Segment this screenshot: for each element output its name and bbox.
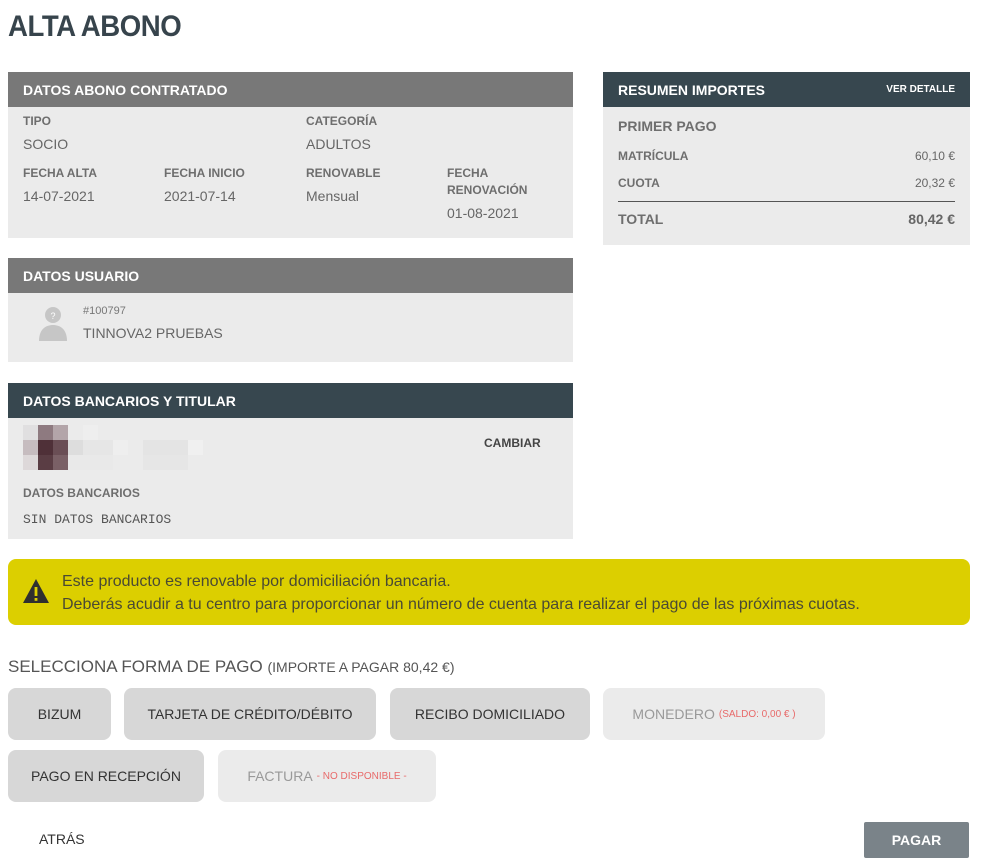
- monedero-button[interactable]: MONEDERO (SALDO: 0,00 € ): [603, 688, 825, 740]
- fecha-renovacion-label-2: RENOVACIÓN: [447, 183, 528, 197]
- usuario-panel: DATOS USUARIO ? #100797 TINNOVA2 PRUEBAS: [8, 258, 573, 362]
- tarjeta-label: TARJETA DE CRÉDITO/DÉBITO: [147, 706, 353, 722]
- resumen-panel-header: RESUMEN IMPORTES VER DETALLE: [603, 72, 970, 107]
- bank-panel-title: DATOS BANCARIOS Y TITULAR: [23, 392, 236, 409]
- pay-button[interactable]: PAGAR: [864, 822, 969, 858]
- tipo-label: TIPO: [23, 114, 52, 128]
- matricula-label: MATRÍCULA: [618, 149, 689, 163]
- pago-recepcion-button[interactable]: PAGO EN RECEPCIÓN: [8, 750, 204, 802]
- total-divider: [618, 201, 955, 202]
- matricula-row: MATRÍCULA 60,10 €: [618, 149, 955, 163]
- tipo-field: TIPO SOCIO: [23, 113, 68, 152]
- ver-detalle-link[interactable]: VER DETALLE: [886, 84, 955, 95]
- warning-line-1: Este producto es renovable por domicilia…: [62, 573, 451, 590]
- fecha-alta-label: FECHA ALTA: [23, 166, 97, 180]
- renovable-value: Mensual: [306, 188, 359, 204]
- fecha-alta-field: FECHA ALTA 14-07-2021: [23, 165, 97, 204]
- renewal-warning: Este producto es renovable por domicilia…: [8, 559, 970, 625]
- user-id: #100797: [83, 305, 126, 317]
- user-name: TINNOVA2 PRUEBAS: [83, 325, 223, 341]
- categoria-value: ADULTOS: [306, 136, 371, 152]
- total-label: TOTAL: [618, 211, 664, 227]
- pixelated-signature: [23, 425, 205, 471]
- factura-button[interactable]: FACTURA - NO DISPONIBLE -: [218, 750, 436, 802]
- page-title: ALTA ABONO: [8, 10, 182, 43]
- bizum-label: BIZUM: [37, 706, 82, 722]
- abono-panel-title: DATOS ABONO CONTRATADO: [23, 81, 228, 98]
- bank-data-value: SIN DATOS BANCARIOS: [23, 512, 172, 527]
- bank-data-label: DATOS BANCARIOS: [23, 486, 140, 500]
- renovable-field: RENOVABLE Mensual: [306, 165, 380, 204]
- fecha-inicio-label: FECHA INICIO: [164, 166, 245, 180]
- abono-panel-header: DATOS ABONO CONTRATADO: [8, 72, 573, 107]
- payment-title: SELECCIONA FORMA DE PAGO (IMPORTE A PAGA…: [8, 657, 454, 677]
- change-bank-button[interactable]: CAMBIAR: [484, 436, 541, 450]
- total-row: TOTAL 80,42 €: [618, 211, 955, 227]
- tarjeta-button[interactable]: TARJETA DE CRÉDITO/DÉBITO: [124, 688, 376, 740]
- fecha-renovacion-value: 01-08-2021: [447, 205, 519, 221]
- warning-line-2: Deberás acudir a tu centro para proporci…: [62, 596, 860, 613]
- user-avatar-icon: ?: [39, 307, 67, 341]
- warning-icon: [23, 579, 49, 603]
- resumen-panel: RESUMEN IMPORTES VER DETALLE PRIMER PAGO…: [603, 72, 970, 245]
- matricula-amount: 60,10 €: [914, 149, 955, 163]
- fecha-renovacion-field: FECHA RENOVACIÓN 01-08-2021: [447, 165, 527, 221]
- primer-pago-label: PRIMER PAGO: [618, 118, 717, 134]
- categoria-field: CATEGORÍA ADULTOS: [306, 113, 377, 152]
- recepcion-label: PAGO EN RECEPCIÓN: [31, 768, 181, 784]
- bank-panel-header: DATOS BANCARIOS Y TITULAR: [8, 383, 573, 418]
- fecha-inicio-value: 2021-07-14: [164, 188, 236, 204]
- usuario-panel-title: DATOS USUARIO: [23, 267, 140, 284]
- total-amount: 80,42 €: [908, 211, 955, 227]
- payment-title-text: SELECCIONA FORMA DE PAGO: [8, 657, 263, 676]
- cuota-label: CUOTA: [618, 176, 660, 190]
- monedero-balance: (SALDO: 0,00 € ): [718, 708, 796, 720]
- cuota-amount: 20,32 €: [914, 176, 955, 190]
- factura-label: FACTURA: [247, 768, 313, 784]
- recibo-domiciliado-button[interactable]: RECIBO DOMICILIADO: [390, 688, 590, 740]
- monedero-label: MONEDERO: [632, 706, 715, 722]
- svg-text:?: ?: [50, 311, 55, 321]
- fecha-alta-value: 14-07-2021: [23, 188, 95, 204]
- renovable-label: RENOVABLE: [306, 166, 381, 180]
- cuota-row: CUOTA 20,32 €: [618, 176, 955, 190]
- categoria-label: CATEGORÍA: [306, 114, 378, 128]
- fecha-inicio-field: FECHA INICIO 2021-07-14: [164, 165, 245, 204]
- usuario-panel-header: DATOS USUARIO: [8, 258, 573, 293]
- tipo-value: SOCIO: [23, 136, 69, 152]
- resumen-panel-title: RESUMEN IMPORTES: [618, 81, 766, 98]
- recibo-label: RECIBO DOMICILIADO: [414, 706, 566, 722]
- back-button[interactable]: ATRÁS: [39, 831, 85, 847]
- bizum-button[interactable]: BIZUM: [8, 688, 111, 740]
- warning-text: Este producto es renovable por domicilia…: [62, 570, 860, 616]
- payment-amount-note: (IMPORTE A PAGAR 80,42 €): [267, 659, 455, 675]
- fecha-renovacion-label-1: FECHA: [447, 166, 489, 180]
- abono-panel: DATOS ABONO CONTRATADO TIPO SOCIO CATEGO…: [8, 72, 573, 238]
- bank-panel: DATOS BANCARIOS Y TITULAR CAMBIAR DATOS …: [8, 383, 573, 539]
- factura-unavailable: - NO DISPONIBLE -: [316, 770, 407, 782]
